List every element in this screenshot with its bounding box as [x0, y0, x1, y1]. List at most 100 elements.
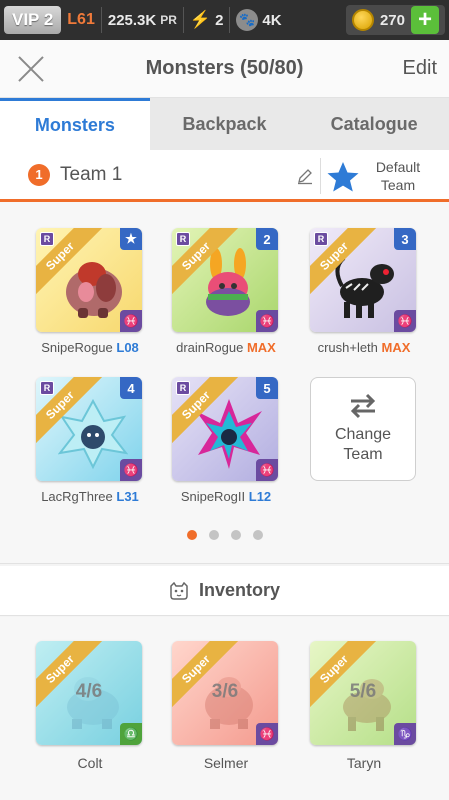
edit-button[interactable]: Edit [403, 57, 437, 80]
page-dot[interactable] [252, 530, 263, 540]
team-slot-number: 3 [394, 228, 416, 250]
element-icon: ♑ [394, 723, 416, 745]
team-number-badge: 1 [28, 163, 50, 186]
rarity-badge: R [40, 381, 54, 395]
monster-name: drainRogue [176, 340, 244, 355]
element-icon: ♓ [120, 310, 142, 332]
monster-level: L12 [248, 489, 272, 504]
team-monster-grid: Super R ★ ♓ SnipeRogue L08 Super R 2 ♓ d… [0, 202, 449, 564]
team-name[interactable]: Team 1 [60, 164, 122, 186]
inventory-card[interactable]: Super 4/6 ♎ Colt [36, 641, 144, 771]
monster-card[interactable]: Super R ★ ♓ SnipeRogue L08 [36, 228, 144, 355]
tab-catalogue[interactable]: Catalogue [299, 98, 449, 150]
change-team-line2: Team [343, 446, 383, 463]
page-dot[interactable] [208, 530, 219, 540]
inventory-tile[interactable]: Super 3/6 ♓ [172, 641, 278, 745]
monster-tile[interactable]: Super R 4 ♓ [36, 377, 142, 481]
page-dot[interactable] [230, 530, 241, 540]
monster-label: SnipeRogII L12 [172, 489, 280, 504]
inventory-header[interactable]: Inventory [0, 566, 449, 616]
element-icon: ♓ [120, 459, 142, 481]
monster-face-icon [170, 581, 188, 600]
monster-name: SnipeRogue [41, 340, 113, 355]
monster-name: SnipeRogII [180, 489, 246, 504]
monster-label: crush+leth MAX [310, 340, 418, 355]
monster-name: crush+leth [317, 340, 378, 355]
power-rating: 225.3K PR [108, 12, 177, 29]
element-icon: ♓ [256, 723, 278, 745]
rarity-badge: R [176, 381, 190, 395]
tab-monsters[interactable]: Monsters [0, 98, 150, 150]
monster-label: LacRgThree L31 [36, 489, 144, 504]
power-value: 225.3K [107, 11, 157, 29]
monster-card[interactable]: Super R 3 ♓ crush+leth MAX [310, 228, 418, 355]
inventory-card[interactable]: Super 5/6 ♑ Taryn [310, 641, 418, 771]
monster-level: MAX [246, 340, 276, 355]
coin-icon [351, 9, 374, 31]
vip-badge[interactable]: VIP 2 [4, 6, 62, 34]
inventory-tile[interactable]: Super 5/6 ♑ [310, 641, 416, 745]
rarity-badge: R [314, 232, 328, 246]
inventory-label: Inventory [198, 580, 281, 600]
tab-bar: Monsters Backpack Catalogue [0, 98, 449, 150]
monster-card[interactable]: Super R 5 ♓ SnipeRogII L12 [172, 377, 280, 504]
inventory-card[interactable]: Super 3/6 ♓ Selmer [172, 641, 280, 771]
monster-level: MAX [381, 340, 411, 355]
inventory-item-name: Selmer [203, 755, 249, 771]
monster-name: LacRgThree [41, 489, 113, 504]
monster-level: L31 [116, 489, 139, 504]
divider [229, 7, 231, 33]
default-team-label[interactable]: Default Team [368, 158, 428, 194]
monster-tile[interactable]: Super R ★ ♓ [36, 228, 142, 332]
team-slot-number: 2 [256, 228, 278, 250]
lightning-icon: ⚡ [189, 10, 212, 29]
swap-icon [350, 393, 376, 419]
monster-card[interactable]: Super R 2 ♓ drainRogue MAX [172, 228, 280, 355]
inventory-item-name: Colt [77, 755, 103, 771]
player-level: L61 [67, 11, 95, 28]
team-slot-number: 4 [120, 377, 142, 399]
monster-tile[interactable]: Super R 5 ♓ [172, 377, 278, 481]
element-icon: ♎ [120, 723, 142, 745]
change-team-line1: Change [334, 426, 392, 443]
pencil-icon[interactable] [296, 167, 314, 185]
monster-label: drainRogue MAX [172, 340, 280, 355]
page-dot[interactable] [186, 530, 197, 540]
change-team-label: Change Team [335, 425, 391, 465]
monster-card[interactable]: Super R 4 ♓ LacRgThree L31 [36, 377, 144, 504]
divider [320, 158, 321, 194]
team-slot-star-icon: ★ [120, 228, 142, 250]
status-bar: VIP 2 L61 225.3K PR ⚡ 2 🐾 4K 270 + [0, 0, 449, 40]
monster-label: SnipeRogue L08 [36, 340, 144, 355]
rarity-badge: R [176, 232, 190, 246]
default-team-line2: Team [380, 177, 416, 193]
energy-value: 2 [215, 11, 224, 29]
monster-level: L08 [116, 340, 139, 355]
monster-tile[interactable]: Super R 3 ♓ [310, 228, 416, 332]
tab-backpack[interactable]: Backpack [150, 98, 300, 150]
change-team-button[interactable]: Change Team [310, 377, 416, 481]
rarity-badge: R [40, 232, 54, 246]
default-team-line1: Default [375, 159, 421, 175]
inventory-grid: Super 4/6 ♎ Colt Super 3/6 ♓ Selmer Supe… [0, 617, 449, 800]
team-bar: 1 Team 1 Default Team [0, 150, 449, 202]
add-coins-button[interactable]: + [411, 6, 439, 34]
paw-icon: 🐾 [236, 9, 259, 31]
element-icon: ♓ [256, 459, 278, 481]
coin-counter[interactable]: 270 + [345, 5, 445, 35]
divider [100, 7, 102, 33]
element-icon: ♓ [256, 310, 278, 332]
close-icon[interactable] [16, 54, 46, 84]
team-slot-number: 5 [256, 377, 278, 399]
coin-value: 270 [379, 11, 405, 29]
inventory-tile[interactable]: Super 4/6 ♎ [36, 641, 142, 745]
paw-counter[interactable]: 🐾 4K [236, 9, 282, 31]
inventory-item-name: Taryn [346, 755, 382, 771]
energy-counter[interactable]: ⚡ 2 [190, 10, 224, 30]
header: Monsters (50/80) Edit [0, 40, 449, 98]
monster-tile[interactable]: Super R 2 ♓ [172, 228, 278, 332]
divider [182, 7, 184, 33]
star-icon[interactable] [326, 160, 360, 194]
element-icon: ♓ [394, 310, 416, 332]
page-title: Monsters (50/80) [145, 57, 304, 79]
